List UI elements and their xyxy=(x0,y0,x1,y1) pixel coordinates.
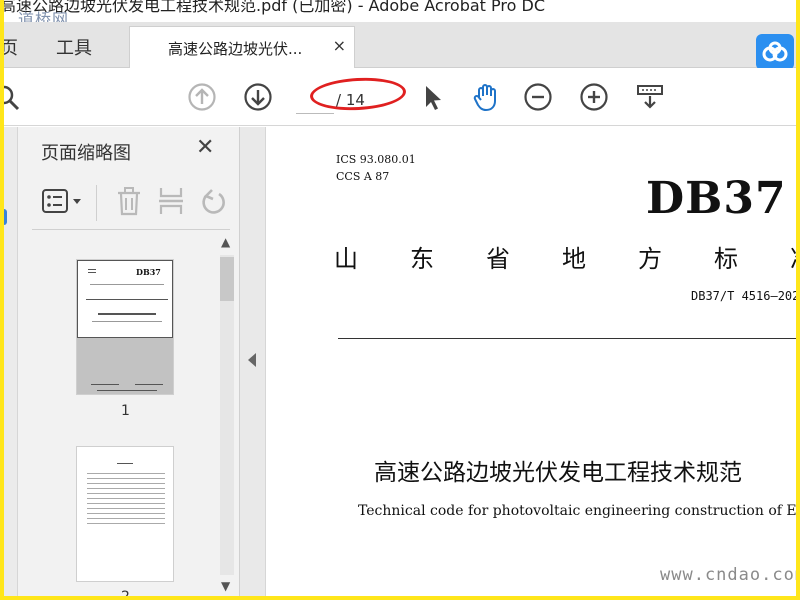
trash-icon[interactable] xyxy=(114,185,144,217)
red-annotation-circle xyxy=(309,75,407,113)
next-page-icon[interactable] xyxy=(242,81,274,113)
scroll-up-icon[interactable]: ▲ xyxy=(221,235,230,249)
doc-standard-code: DB37 xyxy=(646,173,787,224)
doc-subtitle: Technical code for photovoltaic engineer… xyxy=(358,503,796,519)
zoom-in-icon[interactable] xyxy=(578,81,610,113)
scroll-track[interactable] xyxy=(220,255,234,575)
thumbnail-cover-code: DB37 xyxy=(136,267,161,277)
doc-ics: ICS 93.080.01 xyxy=(336,153,416,166)
search-icon[interactable] xyxy=(4,81,24,113)
thumbnail-page-number: 1 xyxy=(121,403,130,419)
tab-tools[interactable]: 工具 xyxy=(56,34,92,60)
pane-divider xyxy=(32,229,230,230)
thumbnail-list: DB37 1 xyxy=(18,231,218,596)
doc-title: 高速公路边坡光伏发电工程技术规范 xyxy=(374,460,742,486)
page-thumbnail-2[interactable] xyxy=(76,446,174,582)
doc-standard-type: 山东省地方标准 xyxy=(334,245,796,273)
scroll-down-icon[interactable]: ▼ xyxy=(221,579,230,593)
zoom-out-icon[interactable] xyxy=(522,81,554,113)
watermark-url: www.cndao.com xyxy=(660,565,796,585)
document-view[interactable]: ICS 93.080.01 CCS A 87 DB37 山东省地方标准 DB37… xyxy=(266,127,796,596)
doc-divider xyxy=(338,338,796,339)
collapse-arrow-icon[interactable] xyxy=(248,353,256,367)
title-bar: 高速公路边坡光伏发电工程技术规范.pdf (已加密) - Adobe Acrob… xyxy=(4,0,796,22)
close-pane-icon[interactable]: ✕ xyxy=(196,135,214,160)
document-tab-label: 高速公路边坡光伏... xyxy=(168,40,303,58)
prev-page-icon[interactable] xyxy=(186,81,218,113)
scroll-thumb[interactable] xyxy=(220,257,234,301)
cloud-button[interactable] xyxy=(756,34,794,70)
toolbar: / 14 xyxy=(4,68,796,126)
pane-toggle-strip[interactable] xyxy=(4,127,18,596)
tab-row: 页 工具 高速公路边坡光伏... × xyxy=(4,22,796,70)
thumbnail-cover-lower xyxy=(77,338,173,394)
hand-icon[interactable] xyxy=(470,81,502,113)
pane-title: 页面缩略图 xyxy=(41,143,131,164)
thumbnail-page-number: 2 xyxy=(121,589,130,596)
app-window: 高速公路边坡光伏发电工程技术规范.pdf (已加密) - Adobe Acrob… xyxy=(4,0,796,596)
rotate-icon[interactable] xyxy=(198,185,228,217)
doc-standard-number: DB37/T 4516—2022 xyxy=(691,289,796,303)
toolbar-divider xyxy=(96,185,97,221)
tab-home[interactable]: 页 xyxy=(4,34,18,60)
collapse-pane-strip[interactable] xyxy=(240,127,266,596)
select-arrow-icon[interactable] xyxy=(416,81,448,113)
close-tab-icon[interactable]: × xyxy=(333,36,346,55)
tab-document[interactable]: 高速公路边坡光伏... × xyxy=(129,26,355,68)
cloud-icon xyxy=(762,41,788,62)
watermark-logo: 道桥网 xyxy=(18,10,70,22)
thumbnail-scrollbar[interactable]: ▲ ▼ xyxy=(218,231,236,596)
page-thumbnail-1[interactable]: DB37 xyxy=(76,259,174,395)
fit-page-icon[interactable] xyxy=(634,81,666,113)
pane-active-marker xyxy=(4,209,7,225)
window-title: 高速公路边坡光伏发电工程技术规范.pdf (已加密) - Adobe Acrob… xyxy=(4,0,546,15)
thumbnail-cover: DB37 xyxy=(77,260,173,338)
doc-ccs: CCS A 87 xyxy=(336,170,390,183)
thumbnails-pane: 页面缩略图 ✕ DB37 1 ▲ ▼ xyxy=(4,127,240,596)
thumbnail-options-icon[interactable] xyxy=(40,185,86,217)
extract-pages-icon[interactable] xyxy=(156,185,186,217)
